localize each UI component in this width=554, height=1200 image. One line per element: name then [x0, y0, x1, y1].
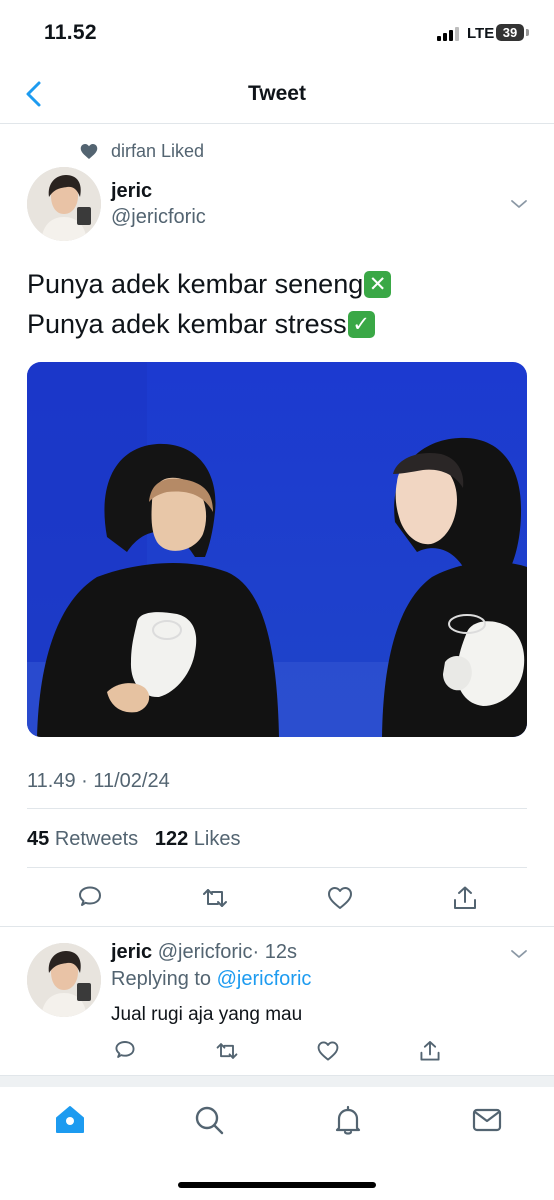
- likes-stat[interactable]: 122 Likes: [155, 828, 241, 850]
- replying-to-label: Replying to: [111, 968, 212, 990]
- tab-notifications[interactable]: [332, 1104, 364, 1136]
- reply-time: · 12s: [252, 941, 297, 963]
- social-context-label: dirfan Liked: [111, 140, 205, 161]
- divider: [0, 926, 554, 927]
- status-bar: 11.52 LTE 39: [0, 0, 554, 62]
- reply-like-button[interactable]: [316, 1039, 340, 1063]
- home-icon: [56, 1106, 84, 1133]
- reply-author-handle[interactable]: @jericforic: [158, 941, 253, 963]
- messages-icon: [472, 1108, 502, 1132]
- author-name[interactable]: jeric: [111, 180, 152, 203]
- reply-reply-button[interactable]: [113, 1039, 137, 1063]
- chevron-down-icon: [511, 950, 527, 958]
- share-button[interactable]: [451, 884, 479, 912]
- tab-search[interactable]: [193, 1104, 225, 1136]
- author-handle[interactable]: @jericforic: [111, 206, 206, 229]
- divider: [27, 808, 527, 809]
- cross-mark-emoji: ✕: [364, 270, 392, 298]
- reply-text: Jual rugi aja yang mau: [111, 1004, 303, 1025]
- section-separator: [0, 1075, 554, 1087]
- retweet-icon: [203, 889, 227, 907]
- battery-icon: 39: [496, 24, 524, 41]
- reply-button[interactable]: [76, 884, 104, 912]
- notifications-icon: [335, 1105, 361, 1135]
- share-icon: [454, 886, 476, 909]
- more-options-button[interactable]: [510, 197, 528, 209]
- reply-more-options-button[interactable]: [510, 947, 528, 959]
- like-button[interactable]: [326, 884, 354, 912]
- reply-icon: [79, 886, 101, 906]
- reply-icon: [115, 1041, 135, 1058]
- navigation-header: Tweet: [0, 62, 554, 124]
- author-avatar[interactable]: [27, 167, 101, 241]
- tweet-text-line-1: Punya adek kembar seneng: [27, 269, 364, 299]
- retweet-count: 45: [27, 828, 50, 850]
- replying-to-handle[interactable]: @jericforic: [217, 968, 312, 990]
- reply-retweet-button[interactable]: [215, 1039, 239, 1063]
- retweets-stat[interactable]: 45 Retweets: [27, 828, 138, 850]
- like-label: Likes: [193, 828, 241, 850]
- battery-tip: [526, 29, 529, 36]
- tab-home[interactable]: [54, 1104, 86, 1136]
- retweet-icon: [216, 1043, 238, 1059]
- reply-share-button[interactable]: [418, 1039, 442, 1063]
- home-indicator[interactable]: [178, 1182, 376, 1188]
- tweet-photo[interactable]: [27, 362, 527, 737]
- divider: [27, 867, 527, 868]
- heart-filled-icon: [80, 143, 98, 159]
- retweet-button[interactable]: [201, 884, 229, 912]
- tweet-stats: 45 Retweets 122 Likes: [27, 828, 241, 851]
- like-count: 122: [154, 828, 189, 850]
- reply-header: jeric @jericforic· 12s: [111, 941, 297, 964]
- chevron-down-icon: [511, 200, 527, 208]
- tweet-timestamp[interactable]: 11.49 · 11/02/24: [27, 770, 170, 793]
- tab-messages[interactable]: [471, 1104, 503, 1136]
- social-context[interactable]: dirfan Liked: [80, 140, 204, 162]
- check-mark-emoji: ✓: [347, 310, 375, 338]
- tweet-text: Punya adek kembar seneng ✕ Punya adek ke…: [27, 264, 392, 344]
- share-icon: [420, 1041, 440, 1061]
- like-icon: [317, 1041, 339, 1061]
- reply-author-name[interactable]: jeric: [111, 941, 152, 963]
- status-time: 11.52: [44, 21, 97, 44]
- retweet-label: Retweets: [54, 828, 139, 850]
- tweet-text-line-2: Punya adek kembar stress: [27, 309, 347, 339]
- page-title: Tweet: [248, 82, 306, 105]
- reply-author-avatar[interactable]: [27, 943, 101, 1017]
- network-label: LTE: [467, 25, 495, 42]
- like-icon: [328, 887, 352, 909]
- signal-icon: [437, 27, 461, 41]
- replying-to: Replying to @jericforic: [111, 968, 311, 991]
- search-icon: [195, 1106, 224, 1135]
